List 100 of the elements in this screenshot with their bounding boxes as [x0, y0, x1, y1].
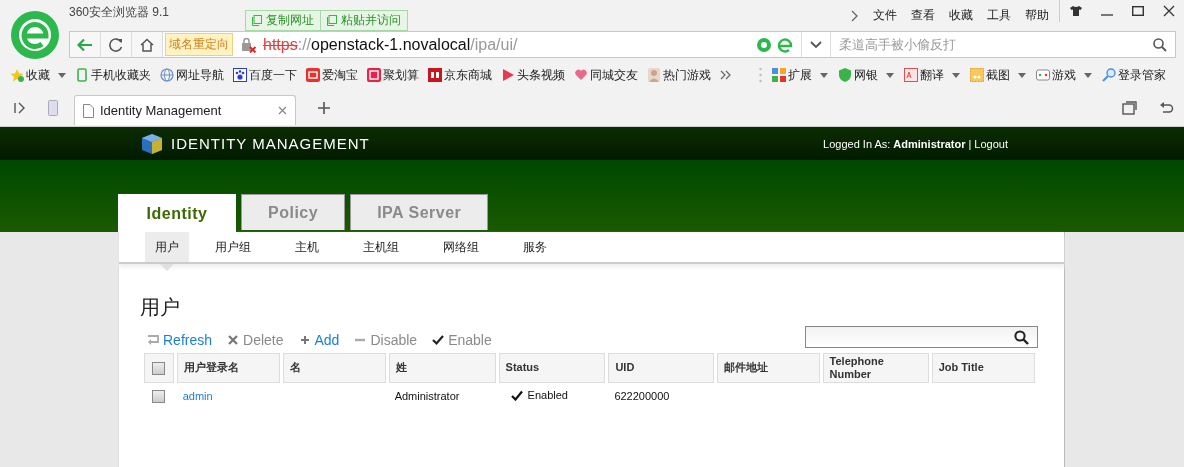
browser-tab[interactable]: Identity Management [74, 95, 296, 125]
clipboard-button[interactable]: 复制网址 [246, 11, 321, 30]
menu-item[interactable]: 收藏 [949, 7, 973, 24]
caret-icon[interactable] [58, 72, 66, 78]
page-title: 用户 [140, 295, 181, 320]
bookmark-link[interactable]: 聚划算 [367, 66, 419, 84]
bookmark-link[interactable]: 同城交友 [574, 66, 638, 84]
sub-tab[interactable]: 服务 [513, 232, 557, 262]
toolbar-tool[interactable]: 翻译 [904, 66, 960, 84]
clipboard-button[interactable]: 粘贴并访问 [320, 11, 408, 30]
separator-text: | [968, 137, 972, 150]
caret-icon[interactable] [1084, 72, 1092, 78]
menu-item[interactable]: 文件 [873, 7, 897, 24]
globe-icon [160, 68, 174, 82]
back-button[interactable] [70, 32, 101, 57]
avatar-icon [647, 68, 661, 82]
phone-icon [75, 68, 89, 82]
sub-tab[interactable]: 主机 [285, 232, 329, 262]
redirect-badge: 域名重定向 [165, 33, 233, 56]
translate-icon [904, 68, 918, 82]
logout-link[interactable]: Logout [974, 137, 1008, 150]
toolbar-tool[interactable]: 网银 [838, 66, 894, 84]
bookmark-link[interactable]: 百度一下 [233, 66, 297, 84]
play-icon [501, 68, 515, 82]
tab-pointer-icon [160, 264, 174, 271]
column-header[interactable]: 邮件地址 [717, 353, 820, 383]
browser-mode-icon[interactable] [777, 36, 793, 53]
status-text: Enabled [527, 389, 568, 402]
search-icon[interactable] [1014, 329, 1029, 345]
bookmark-link[interactable]: 热门游戏 [647, 66, 711, 84]
menu-item[interactable]: 帮助 [1025, 7, 1049, 24]
user-link[interactable]: admin [182, 390, 213, 402]
column-header[interactable]: Telephone Number [822, 353, 929, 383]
bookmark-link[interactable]: 头条视频 [501, 66, 565, 84]
menu-item[interactable]: 工具 [987, 7, 1011, 24]
toolbar-tool[interactable]: 登录管家 [1102, 66, 1166, 84]
back-arrow-icon [77, 37, 93, 52]
toolbar-tool[interactable]: 扩展 [772, 66, 828, 84]
copy-icon [252, 15, 263, 26]
refresh-icon [146, 333, 160, 347]
filter-field[interactable] [805, 326, 1038, 348]
shield-icon [838, 68, 852, 82]
undo-icon[interactable] [1160, 101, 1174, 115]
action-link[interactable]: Add [297, 332, 340, 348]
check-icon [431, 333, 446, 347]
table-cell: Administrator [394, 390, 460, 402]
column-header[interactable]: UID [608, 353, 715, 383]
home-icon [140, 37, 154, 52]
column-header[interactable]: 用户登录名 [176, 353, 281, 383]
bookmark-link[interactable]: 网址导航 [160, 66, 224, 84]
history-dropdown-button[interactable] [801, 32, 831, 57]
toolbar-tool[interactable]: 游戏 [1036, 66, 1092, 84]
bookmark-link[interactable]: 京东商城 [428, 66, 492, 84]
caret-icon[interactable] [886, 72, 894, 78]
column-header[interactable]: Status [498, 353, 606, 383]
sidebar-toggle-icon[interactable] [14, 102, 26, 114]
menu-item[interactable]: 查看 [911, 7, 935, 24]
action-link[interactable]: Refresh [146, 332, 213, 348]
column-header[interactable]: 名 [283, 353, 386, 383]
user-name: Administrator [893, 137, 966, 150]
heart-icon [574, 68, 588, 82]
bookmark-link[interactable]: 收藏 [10, 66, 66, 84]
double-chevron-icon[interactable] [720, 70, 732, 80]
address-field[interactable]: https://openstack-1.novalocal/ipa/ui/ [263, 35, 756, 54]
search-icon[interactable] [1153, 37, 1167, 52]
toolbar-tool[interactable]: 截图 [970, 66, 1026, 84]
column-header[interactable]: Job Title [931, 353, 1035, 383]
app-title: IDENTITY MANAGEMENT [171, 135, 370, 152]
grip-icon [759, 67, 762, 83]
shirt-icon [1069, 6, 1082, 16]
caret-icon[interactable] [952, 72, 960, 78]
select-all-checkbox[interactable] [152, 361, 166, 375]
reload-icon [109, 37, 123, 52]
new-tab-icon[interactable] [318, 102, 330, 114]
close-icon [1162, 5, 1175, 17]
sub-tab[interactable]: 用户组 [205, 232, 261, 262]
magnifier-icon [1102, 68, 1116, 82]
chevron-right-icon[interactable] [851, 9, 859, 22]
reload-button[interactable] [101, 32, 132, 57]
caret-icon[interactable] [1018, 72, 1026, 78]
maximize-icon [1131, 6, 1144, 16]
sub-tab[interactable]: 网络组 [433, 232, 489, 262]
table-cell: 622200000 [614, 390, 670, 402]
row-checkbox[interactable] [152, 389, 166, 403]
nav-tab[interactable]: Identity [118, 194, 236, 232]
document-icon [83, 103, 94, 118]
caret-icon[interactable] [820, 72, 828, 78]
close-tab-icon[interactable] [278, 106, 287, 115]
logged-in-label: Logged In As: [823, 137, 891, 150]
apps-icon [772, 68, 786, 82]
tab-list-icon[interactable] [1122, 101, 1138, 115]
delete-icon [226, 333, 241, 347]
minimize-icon [1100, 14, 1113, 16]
bookmark-link[interactable]: 手机收藏夹 [75, 66, 151, 84]
home-button[interactable] [132, 32, 163, 57]
screenshot-icon [970, 68, 984, 82]
star-icon [10, 68, 24, 82]
sub-tab[interactable]: 主机组 [353, 232, 409, 262]
column-header[interactable]: 姓 [388, 353, 496, 383]
bookmark-link[interactable]: 爱淘宝 [306, 66, 358, 84]
